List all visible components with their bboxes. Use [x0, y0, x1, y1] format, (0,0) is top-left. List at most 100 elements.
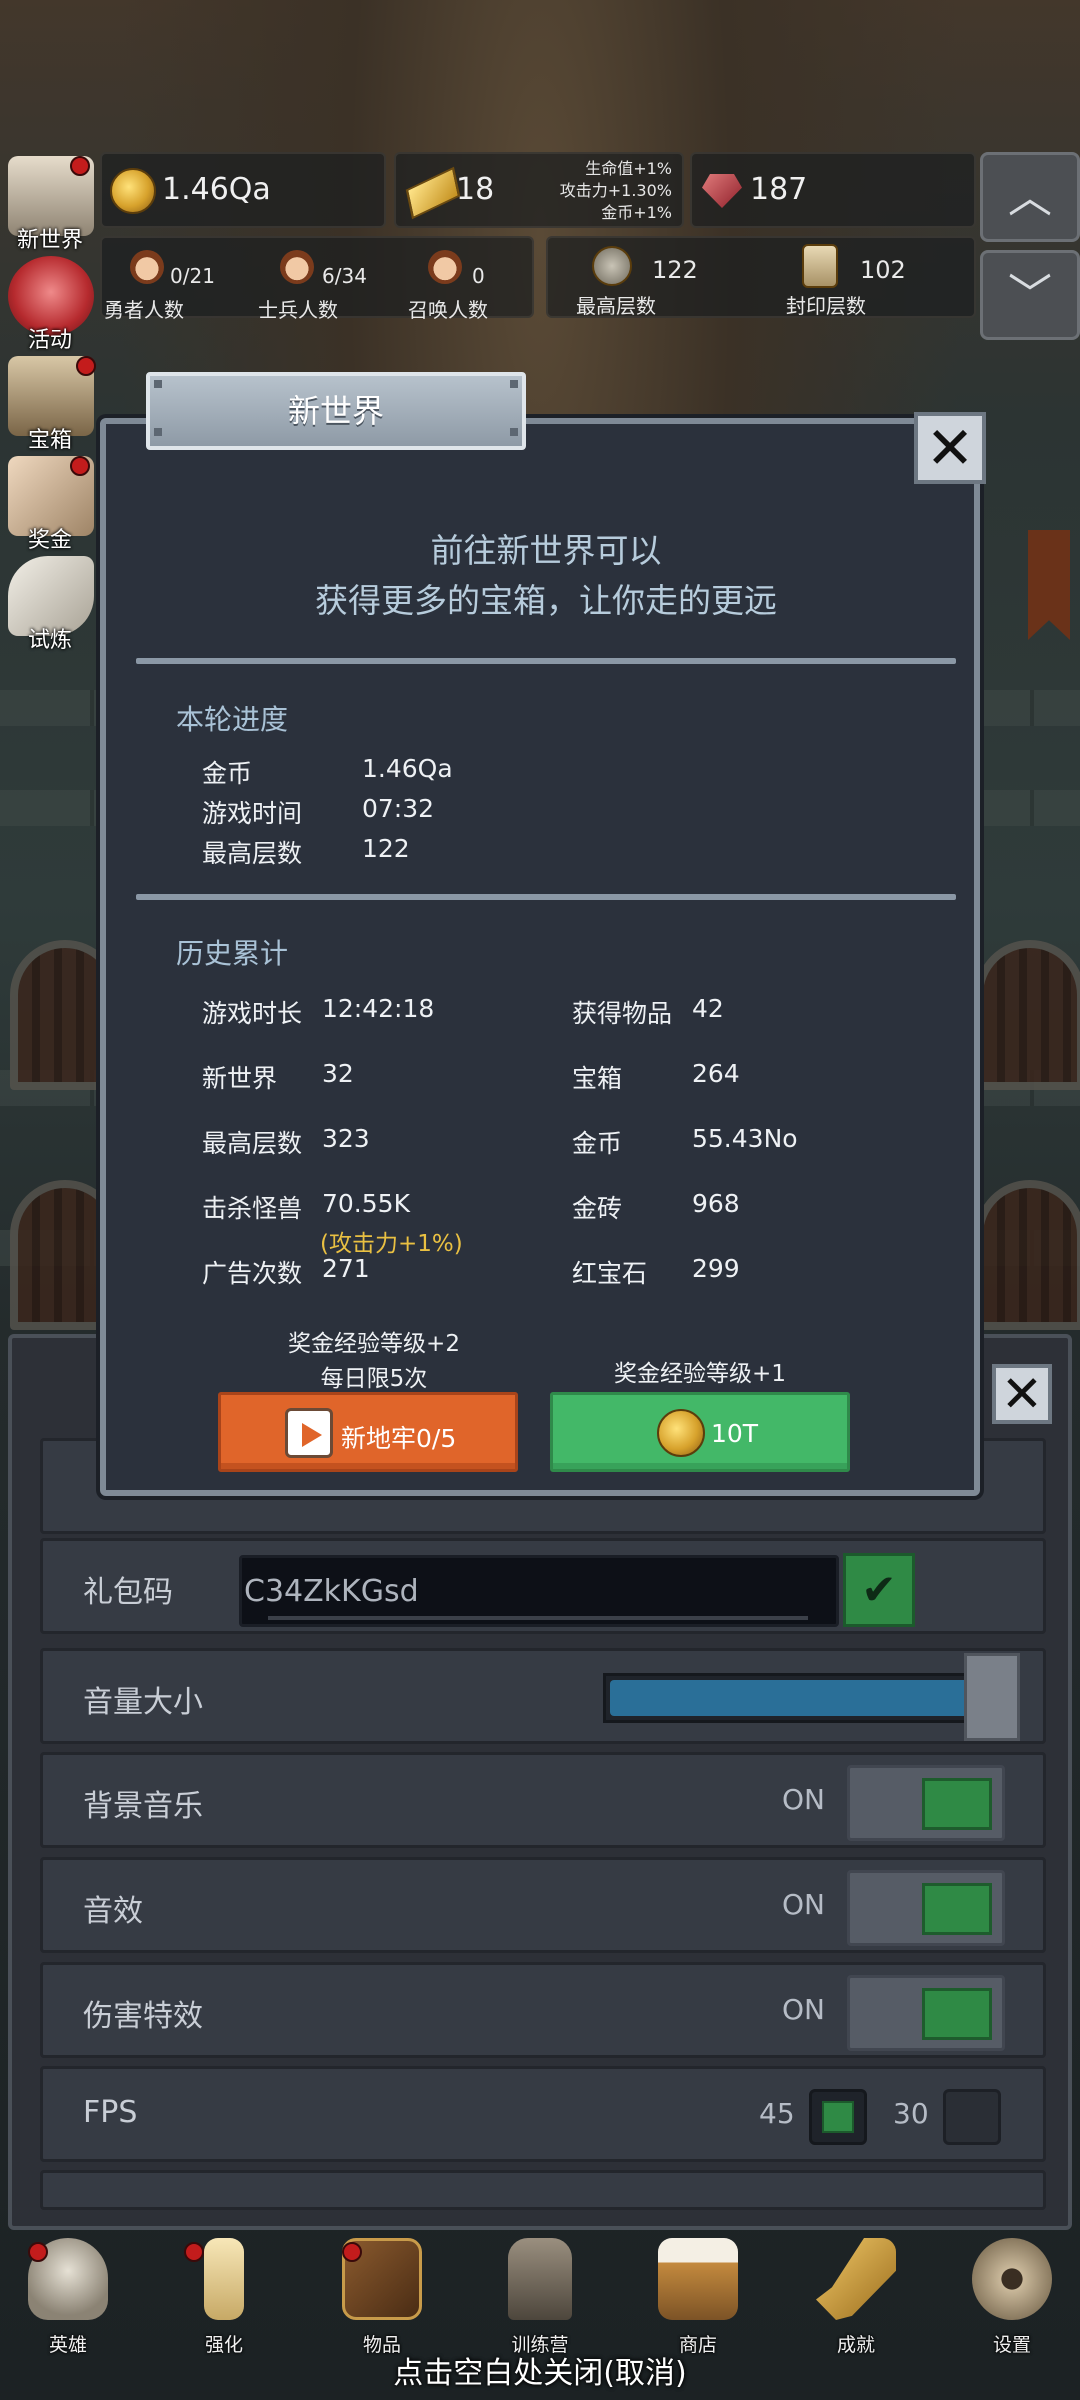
bgm-state: ON — [782, 1783, 825, 1816]
watch-ad-new-dungeon-button[interactable]: 新地牢0/5 — [218, 1392, 518, 1472]
tap-to-close-hint[interactable]: 点击空白处关闭(取消) — [0, 2348, 1080, 2392]
pay-coins-button[interactable]: 10T — [550, 1392, 850, 1472]
key-icon — [816, 2238, 896, 2320]
nav-items[interactable]: 物品 — [322, 2238, 442, 2356]
side-item-new-world[interactable]: 新世界 — [0, 156, 100, 256]
gift-code-confirm-button[interactable]: ✔ — [843, 1553, 915, 1627]
settings-row-fps: FPS 45 30 — [40, 2066, 1046, 2162]
notification-dot — [70, 156, 90, 176]
settings-row-damage-effects: 伤害特效 ON — [40, 1962, 1046, 2058]
scroll-up-button[interactable]: ︿ — [980, 152, 1080, 242]
current-max-floor-label: 最高层数 — [202, 839, 303, 868]
history-ads-label: 广告次数 — [202, 1259, 303, 1288]
side-item-trial[interactable]: 试炼 — [0, 556, 100, 656]
side-item-chest[interactable]: 宝箱 — [0, 356, 100, 456]
side-item-label: 试炼 — [27, 628, 72, 653]
sfx-state: ON — [782, 1888, 825, 1921]
history-new-world-label: 新世界 — [202, 1064, 278, 1093]
damage-effects-label: 伤害特效 — [83, 1999, 203, 2034]
settings-close-button[interactable]: ✕ — [992, 1364, 1052, 1424]
bonus-hp: 生命值+1% — [585, 159, 672, 178]
dialog-close-button[interactable]: ✕ — [914, 412, 986, 484]
checkbox-fill — [822, 2101, 854, 2133]
soldier-count-label: 士兵人数 — [258, 298, 338, 322]
hero-count-label: 勇者人数 — [104, 298, 184, 322]
gold-bar-counter: 18 生命值+1% 攻击力+1.30% 金币+1% — [394, 152, 684, 228]
toggle-knob — [922, 1883, 992, 1935]
fps-option-45-label: 45 — [759, 2097, 795, 2130]
gift-code-value: C34ZkKGsd — [244, 1574, 419, 1609]
beer-mug-icon — [658, 2238, 738, 2320]
bgm-toggle[interactable] — [847, 1765, 1005, 1841]
ad-caption-2: 每日限5次 — [320, 1366, 428, 1392]
shield-icon — [592, 246, 632, 286]
history-kills-label: 击杀怪兽 — [202, 1194, 303, 1223]
nav-achievements[interactable]: 成就 — [796, 2238, 916, 2356]
gold-coin-icon — [657, 1409, 705, 1457]
lantern-icon — [508, 2238, 572, 2320]
intro-line-2: 获得更多的宝箱，让你走的更远 — [315, 581, 777, 620]
nav-heroes[interactable]: 英雄 — [8, 2238, 128, 2356]
history-chests-value: 264 — [692, 1059, 740, 1088]
fps-option-30-label: 30 — [893, 2097, 929, 2130]
rivet — [510, 428, 518, 436]
settings-row-sfx: 音效 ON — [40, 1857, 1046, 1953]
notification-dot — [342, 2242, 362, 2262]
current-progress-heading: 本轮进度 — [176, 703, 289, 736]
candle-icon — [204, 2238, 244, 2320]
summon-count: 0 — [472, 264, 485, 288]
ruby-value: 187 — [750, 172, 808, 207]
nav-upgrade[interactable]: 强化 — [164, 2238, 284, 2356]
nav-shop[interactable]: 商店 — [638, 2238, 758, 2356]
rivet — [154, 380, 162, 388]
fps-option-45-checkbox[interactable] — [809, 2089, 867, 2145]
summon-head-icon — [428, 250, 462, 284]
nav-training[interactable]: 训练营 — [480, 2238, 600, 2356]
rivet — [154, 428, 162, 436]
volume-label: 音量大小 — [83, 1685, 203, 1720]
current-max-floor-value: 122 — [362, 834, 410, 863]
history-items-value: 42 — [692, 994, 724, 1023]
gift-code-input[interactable]: C34ZkKGsd — [239, 1555, 839, 1627]
sfx-toggle[interactable] — [847, 1870, 1005, 1946]
volume-slider[interactable] — [603, 1673, 1003, 1723]
history-kills-value: 70.55K — [322, 1189, 410, 1218]
new-world-dialog: 前往新世界可以 获得更多的宝箱，让你走的更远 本轮进度 金币 1.46Qa 游戏… — [100, 418, 980, 1496]
ruby-counter: 187 — [690, 152, 976, 228]
settings-row-gift-code: 礼包码 C34ZkKGsd ✔ — [40, 1538, 1046, 1634]
max-floor-value: 122 — [652, 256, 698, 284]
scroll-icon — [802, 244, 838, 288]
scroll-down-button[interactable]: ﹀ — [980, 250, 1080, 340]
nav-settings[interactable]: 设置 — [952, 2238, 1072, 2356]
side-item-label: 活动 — [27, 328, 72, 353]
settings-row-volume: 音量大小 — [40, 1648, 1046, 1744]
history-items-label: 获得物品 — [572, 999, 673, 1028]
volume-fill — [610, 1680, 971, 1716]
dungeon-door — [975, 1180, 1080, 1330]
gold-bar-icon — [405, 166, 461, 220]
fps-label: FPS — [83, 2095, 138, 2130]
history-ads-value: 271 — [322, 1254, 370, 1283]
toggle-knob — [922, 1988, 992, 2040]
ad-caption-1: 奖金经验等级+2 — [288, 1331, 460, 1357]
ruby-icon — [702, 174, 742, 208]
gift-code-label: 礼包码 — [83, 1575, 173, 1610]
soldier-count: 6/34 — [322, 264, 367, 288]
fps-option-30-checkbox[interactable] — [943, 2089, 1001, 2145]
max-floor-label: 最高层数 — [576, 294, 656, 318]
kills-bonus-text: (攻击力+1%) — [320, 1231, 463, 1257]
notification-dot — [28, 2242, 48, 2262]
soldier-head-icon — [280, 250, 314, 284]
side-item-event[interactable]: 活动 — [0, 256, 100, 356]
side-item-bonus[interactable]: 奖金 — [0, 456, 100, 556]
sfx-label: 音效 — [83, 1894, 143, 1929]
volume-slider-handle[interactable] — [964, 1653, 1020, 1741]
gold-counter: 1.46Qa — [100, 152, 386, 228]
history-new-world-value: 32 — [322, 1059, 354, 1088]
damage-effects-state: ON — [782, 1993, 825, 2026]
damage-effects-toggle[interactable] — [847, 1975, 1005, 2051]
hero-head-icon — [130, 250, 164, 284]
bgm-label: 背景音乐 — [83, 1789, 203, 1824]
side-item-label: 新世界 — [16, 228, 83, 253]
history-heading: 历史累计 — [176, 937, 289, 970]
